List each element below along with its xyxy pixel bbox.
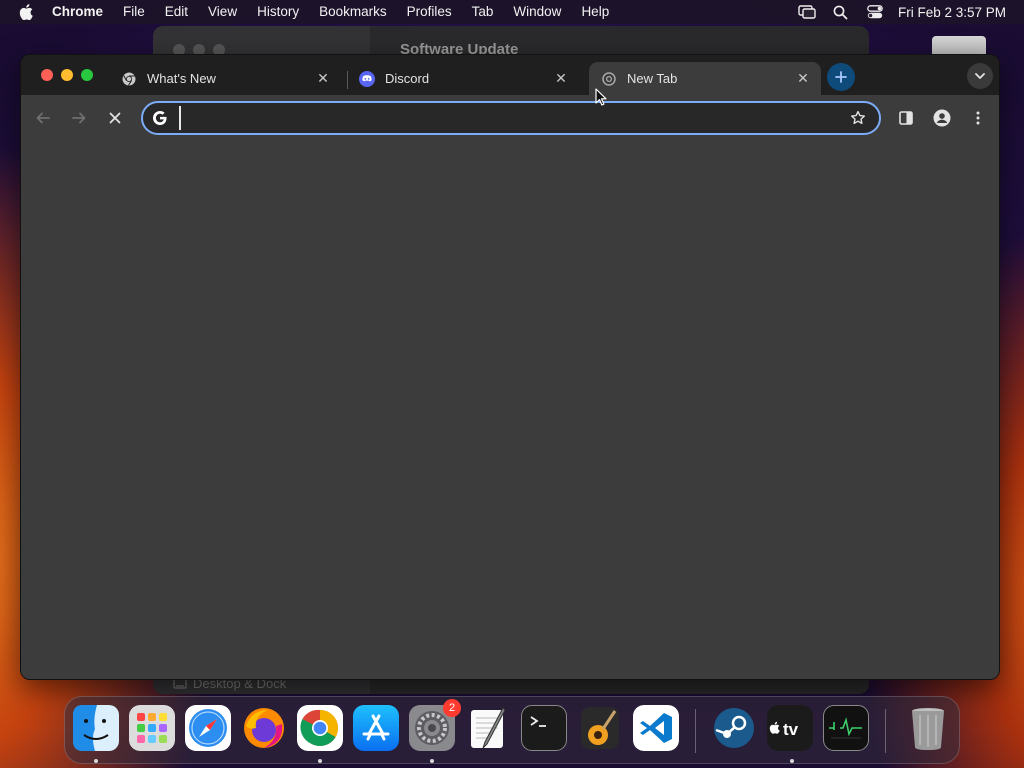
dock-firefox[interactable] [241,705,287,751]
omnibox-input[interactable] [179,106,847,130]
window-controls [41,69,93,81]
more-vertical-icon [976,111,980,125]
dock-steam[interactable] [711,705,757,751]
menu-file[interactable]: File [113,0,155,24]
browser-toolbar [21,95,999,141]
menu-edit[interactable]: Edit [155,0,198,24]
safari-icon [189,709,227,747]
running-indicator [318,759,322,763]
garageband-icon [581,707,619,749]
tab-close-icon[interactable]: ✕ [313,69,333,89]
trash-icon [912,708,944,750]
bookmark-star-icon[interactable] [847,107,869,129]
close-window-button[interactable] [41,69,53,81]
tab-strip: What's New ✕ Discord ✕ New Tab ✕ [21,55,999,95]
dock-finder[interactable] [73,705,119,751]
screen-mirroring-icon[interactable] [790,0,824,24]
dock-vscode[interactable] [633,705,679,751]
menu-profiles[interactable]: Profiles [397,0,462,24]
dock-textedit[interactable] [465,705,511,751]
menu-history[interactable]: History [247,0,309,24]
app-store-icon [362,714,390,741]
chrome-newtab-icon [601,71,617,87]
dock-garageband[interactable] [577,705,623,751]
tab-discord[interactable]: Discord ✕ [347,62,579,95]
menu-window[interactable]: Window [503,0,571,24]
textedit-icon [471,707,506,749]
side-panel-icon [899,111,913,125]
dock-safari[interactable] [185,705,231,751]
google-icon [151,109,169,127]
menu-bar: Chrome File Edit View History Bookmarks … [0,0,1024,24]
tab-title: Discord [385,71,430,86]
spotlight-search-icon[interactable] [824,0,858,24]
discord-icon [359,70,375,87]
dock-terminal[interactable] [521,705,567,751]
tab-title: What's New [147,71,216,86]
chevron-down-icon [975,72,985,79]
vscode-icon [640,713,672,743]
apple-menu-icon[interactable] [0,4,52,20]
menu-view[interactable]: View [198,0,247,24]
tab-search-button[interactable] [967,63,993,89]
finder-icon [73,705,119,751]
plus-icon [835,71,847,83]
tab-whats-new[interactable]: What's New ✕ [109,62,341,95]
zoom-window-button[interactable] [81,69,93,81]
chrome-icon [300,709,339,747]
apple-tv-label: tv [783,720,799,739]
control-center-icon[interactable] [858,0,892,24]
minimize-window-button[interactable] [61,69,73,81]
new-tab-button[interactable] [827,63,855,91]
tab-new-tab[interactable]: New Tab ✕ [589,62,821,95]
mouse-pointer-icon [595,88,607,111]
chrome-icon [121,71,137,87]
arrow-left-icon [36,112,50,124]
close-icon [109,112,121,124]
side-panel-button[interactable] [895,107,917,129]
steam-icon [714,708,754,748]
tab-close-icon[interactable]: ✕ [793,69,813,89]
menu-clock[interactable]: Fri Feb 2 3:57 PM [892,5,1006,20]
dock-separator [885,709,886,753]
dock-apple-tv[interactable]: tv [767,705,813,751]
firefox-icon [244,708,284,748]
running-indicator [94,759,98,763]
running-indicator [790,759,794,763]
dock-launchpad[interactable] [129,705,175,751]
terminal-icon [530,716,546,727]
menu-tab[interactable]: Tab [462,0,504,24]
back-button[interactable] [32,107,54,129]
apple-tv-icon: tv [769,720,799,739]
dock-system-settings[interactable]: 2 [409,699,461,751]
dock-chrome[interactable] [297,705,343,751]
activity-monitor-icon [829,717,862,739]
forward-button[interactable] [68,107,90,129]
dock: 2 tv [64,696,960,764]
dock-app-store[interactable] [353,705,399,751]
menu-app-chrome[interactable]: Chrome [52,0,113,24]
running-indicator [430,759,434,763]
dock-activity-monitor[interactable] [823,705,869,751]
stop-loading-button[interactable] [104,107,126,129]
menu-help[interactable]: Help [571,0,619,24]
dock-separator [695,709,696,753]
tab-title: New Tab [627,71,678,86]
page-content[interactable] [21,141,999,679]
chrome-window: What's New ✕ Discord ✕ New Tab ✕ [20,54,1000,680]
profile-button[interactable] [931,107,953,129]
dock-trash[interactable] [905,705,951,751]
menu-bookmarks[interactable]: Bookmarks [309,0,397,24]
address-bar[interactable] [141,101,881,135]
notification-badge: 2 [443,699,461,717]
arrow-right-icon [72,112,86,124]
tab-close-icon[interactable]: ✕ [551,69,571,89]
launchpad-icon [137,713,167,743]
profile-avatar-icon [933,109,951,127]
chrome-menu-button[interactable] [967,107,989,129]
